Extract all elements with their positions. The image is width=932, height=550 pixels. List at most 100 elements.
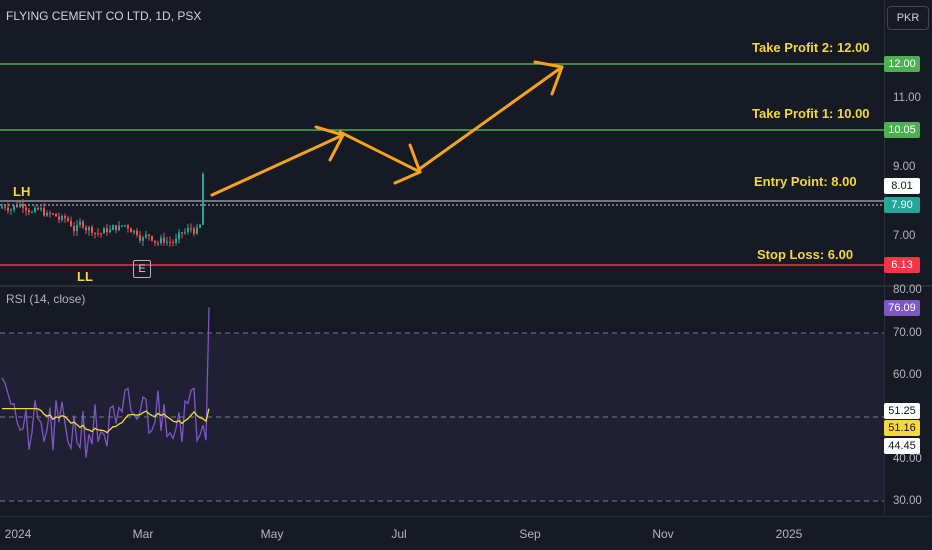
candle-body — [190, 228, 192, 230]
candle-body — [58, 216, 60, 220]
candle-body — [133, 230, 135, 233]
candle-body — [121, 225, 123, 227]
candle-body — [196, 227, 198, 234]
entry-point-label: Entry Point: 8.00 — [754, 174, 857, 189]
candle-body — [118, 225, 120, 231]
candle-body — [109, 229, 111, 233]
time-tick: Sep — [519, 527, 541, 541]
candle-body — [163, 237, 165, 243]
candle-body — [67, 218, 69, 221]
candle-body — [46, 212, 48, 216]
candle-body — [157, 242, 159, 244]
candle-body — [181, 232, 183, 234]
rsi-tick: 60.00 — [893, 369, 922, 381]
candle-body — [76, 224, 78, 232]
candle-body — [28, 210, 30, 213]
time-tick: Nov — [652, 527, 674, 541]
time-tick: 2025 — [775, 527, 803, 541]
candle-body — [1, 206, 3, 209]
arrow-segment-1 — [210, 133, 345, 197]
candle-body — [73, 226, 75, 232]
rsi-ma-badge: 51.16 — [884, 420, 920, 436]
candle-body — [97, 233, 99, 235]
candle-body — [94, 232, 96, 234]
candlestick-series — [1, 172, 204, 247]
candle-body — [88, 226, 90, 231]
candle-body — [91, 226, 93, 233]
arrow-head-2 — [393, 143, 422, 185]
candle-body — [166, 241, 168, 243]
candle-body — [154, 240, 156, 243]
candle-body — [178, 232, 180, 239]
rsi-tick: 30.00 — [893, 495, 922, 507]
candle-body — [172, 241, 174, 243]
candle-body — [139, 235, 141, 241]
candle-body — [115, 225, 117, 231]
rsi-upper-badge: 51.25 — [884, 403, 920, 419]
price-tick: 11.00 — [893, 92, 921, 104]
candle-body — [43, 208, 45, 216]
price-axis[interactable]: 11.00 9.00 7.00 — [884, 0, 932, 285]
arrow-segment-3 — [416, 65, 564, 172]
candle-body — [130, 228, 132, 233]
time-tick: May — [260, 527, 284, 541]
candle-body — [202, 173, 204, 225]
candle-body — [112, 225, 114, 230]
candle-body — [7, 207, 9, 211]
candle-body — [4, 206, 6, 208]
candle-body — [184, 231, 186, 233]
candle-body — [61, 216, 63, 220]
candle-body — [70, 220, 72, 227]
candle-body — [19, 204, 21, 207]
candle-body — [52, 213, 54, 215]
candle-body — [85, 227, 87, 231]
take-profit-1-label: Take Profit 1: 10.00 — [752, 106, 870, 121]
take-profit-2-label: Take Profit 2: 12.00 — [752, 40, 870, 55]
lower-high-label: LH — [13, 184, 31, 199]
candle-body — [34, 208, 36, 213]
candle-body — [151, 235, 153, 241]
candle-body — [100, 233, 102, 235]
stop-loss-badge: 6.13 — [884, 257, 920, 273]
lower-low-label: LL — [77, 269, 93, 284]
rsi-pane[interactable] — [0, 287, 884, 515]
forecast-arrow-path[interactable] — [210, 60, 564, 197]
time-tick: Jul — [391, 527, 407, 541]
rsi-title[interactable]: RSI (14, close) — [6, 292, 85, 306]
candle-body — [175, 238, 177, 243]
candle-body — [142, 237, 144, 241]
candle-body — [187, 228, 189, 232]
candle-body — [31, 212, 33, 214]
price-tick: 9.00 — [893, 161, 916, 173]
candle-body — [106, 228, 108, 233]
time-tick: Mar — [132, 527, 154, 541]
candle-body — [127, 225, 129, 229]
rsi-lower-badge: 44.45 — [884, 438, 920, 454]
take-profit-2-badge: 12.00 — [884, 56, 920, 72]
rsi-tick: 40.00 — [893, 453, 922, 465]
candle-body — [103, 228, 105, 234]
stop-loss-label: Stop Loss: 6.00 — [757, 247, 854, 262]
candle-body — [136, 230, 138, 236]
candle-body — [64, 216, 66, 219]
candle-body — [10, 209, 12, 211]
candle-body — [55, 213, 57, 217]
take-profit-1-badge: 10.05 — [884, 122, 920, 138]
candle-body — [79, 221, 81, 225]
candle-body — [124, 225, 126, 227]
time-axis-border — [0, 516, 932, 517]
entry-price-badge: 8.01 — [884, 178, 920, 194]
last-price-badge: 7.90 — [884, 197, 920, 213]
rsi-tick: 80.00 — [893, 284, 922, 296]
candle-body — [25, 207, 27, 211]
rsi-value-badge: 76.09 — [884, 300, 920, 316]
candle-body — [193, 228, 195, 234]
candle-body — [37, 208, 39, 210]
candle-body — [160, 237, 162, 244]
rsi-axis[interactable]: 80.00 70.00 60.00 40.00 30.00 — [884, 284, 932, 515]
candle-body — [22, 204, 24, 208]
candle-body — [82, 221, 84, 228]
earnings-marker[interactable]: E — [133, 260, 151, 278]
candle-body — [199, 224, 201, 228]
price-tick: 7.00 — [893, 230, 916, 242]
